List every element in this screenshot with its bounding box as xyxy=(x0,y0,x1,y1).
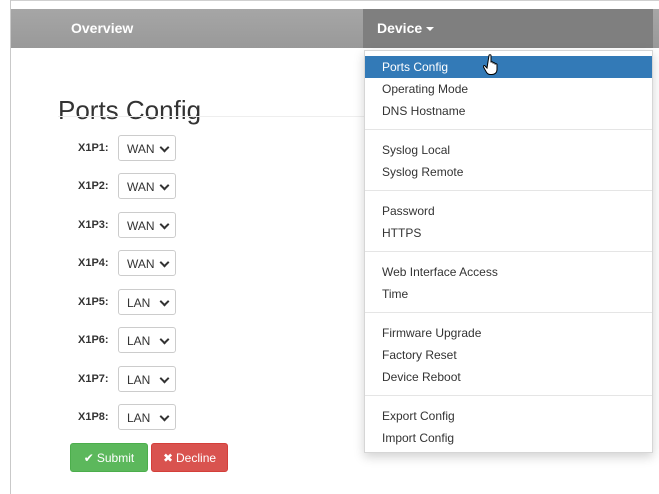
port-label: X1P8: xyxy=(78,411,109,423)
menu-divider xyxy=(365,190,652,191)
nav-device-menu[interactable]: Device xyxy=(363,9,653,48)
chevron-down-icon xyxy=(159,257,170,268)
menu-item-syslog-remote[interactable]: Syslog Remote xyxy=(365,161,652,183)
decline-label: Decline xyxy=(176,451,217,465)
menu-item-web-interface-access[interactable]: Web Interface Access xyxy=(365,261,652,283)
port-label: X1P6: xyxy=(78,334,109,346)
menu-divider xyxy=(365,312,652,313)
port-select-value: WAN xyxy=(127,180,155,194)
menu-divider xyxy=(365,129,652,130)
menu-item-dns-hostname[interactable]: DNS Hostname xyxy=(365,100,652,122)
port-select[interactable]: WAN xyxy=(118,212,176,238)
menu-item-import-config[interactable]: Import Config xyxy=(365,427,652,449)
port-select[interactable]: WAN xyxy=(118,173,176,199)
menu-item-device-reboot[interactable]: Device Reboot xyxy=(365,366,652,388)
port-label: X1P7: xyxy=(78,373,109,385)
port-label: X1P4: xyxy=(78,257,109,269)
menu-item-password[interactable]: Password xyxy=(365,200,652,222)
port-select[interactable]: WAN xyxy=(118,135,176,161)
menu-divider xyxy=(365,395,652,396)
port-label: X1P1: xyxy=(78,142,109,154)
chevron-down-icon xyxy=(159,373,170,384)
chevron-down-icon xyxy=(159,411,170,422)
hand-pointer-icon xyxy=(483,54,498,75)
chevron-down-icon xyxy=(159,142,170,153)
port-select-value: LAN xyxy=(127,296,151,310)
navbar: Overview Device xyxy=(11,9,659,48)
port-select-value: LAN xyxy=(127,411,151,425)
port-select-value: LAN xyxy=(127,373,151,387)
port-label: X1P5: xyxy=(78,296,109,308)
menu-item-firmware-upgrade[interactable]: Firmware Upgrade xyxy=(365,322,652,344)
menu-item-export-config[interactable]: Export Config xyxy=(365,405,652,427)
port-select-value: WAN xyxy=(127,142,155,156)
port-select-value: WAN xyxy=(127,257,155,271)
menu-item-ports-config[interactable]: Ports Config xyxy=(365,56,652,78)
nav-device-label: Device xyxy=(377,20,423,36)
x-icon: ✖ xyxy=(162,451,174,465)
menu-item-time[interactable]: Time xyxy=(365,283,652,305)
port-select[interactable]: LAN xyxy=(118,366,176,392)
caret-down-icon xyxy=(426,27,435,32)
submit-button[interactable]: ✔ Submit xyxy=(70,443,148,472)
page-title: Ports Config xyxy=(58,95,202,126)
port-select[interactable]: WAN xyxy=(118,250,176,276)
decline-button[interactable]: ✖ Decline xyxy=(151,443,228,472)
port-select[interactable]: LAN xyxy=(118,327,176,353)
chevron-down-icon xyxy=(159,296,170,307)
menu-item-operating-mode[interactable]: Operating Mode xyxy=(365,78,652,100)
device-dropdown-menu: Ports Config Operating Mode DNS Hostname… xyxy=(364,50,653,453)
menu-item-https[interactable]: HTTPS xyxy=(365,222,652,244)
port-select[interactable]: LAN xyxy=(118,289,176,315)
port-select-value: LAN xyxy=(127,334,151,348)
menu-item-syslog-local[interactable]: Syslog Local xyxy=(365,139,652,161)
port-select-value: WAN xyxy=(127,219,155,233)
menu-divider xyxy=(365,251,652,252)
port-label: X1P2: xyxy=(78,180,109,192)
nav-overview[interactable]: Overview xyxy=(71,9,133,48)
check-icon: ✔ xyxy=(83,451,94,465)
port-select[interactable]: LAN xyxy=(118,404,176,430)
chevron-down-icon xyxy=(159,180,170,191)
chevron-down-icon xyxy=(159,334,170,345)
chevron-down-icon xyxy=(159,219,170,230)
submit-label: Submit xyxy=(96,451,135,465)
port-label: X1P3: xyxy=(78,219,109,231)
menu-item-factory-reset[interactable]: Factory Reset xyxy=(365,344,652,366)
title-divider xyxy=(58,116,368,117)
